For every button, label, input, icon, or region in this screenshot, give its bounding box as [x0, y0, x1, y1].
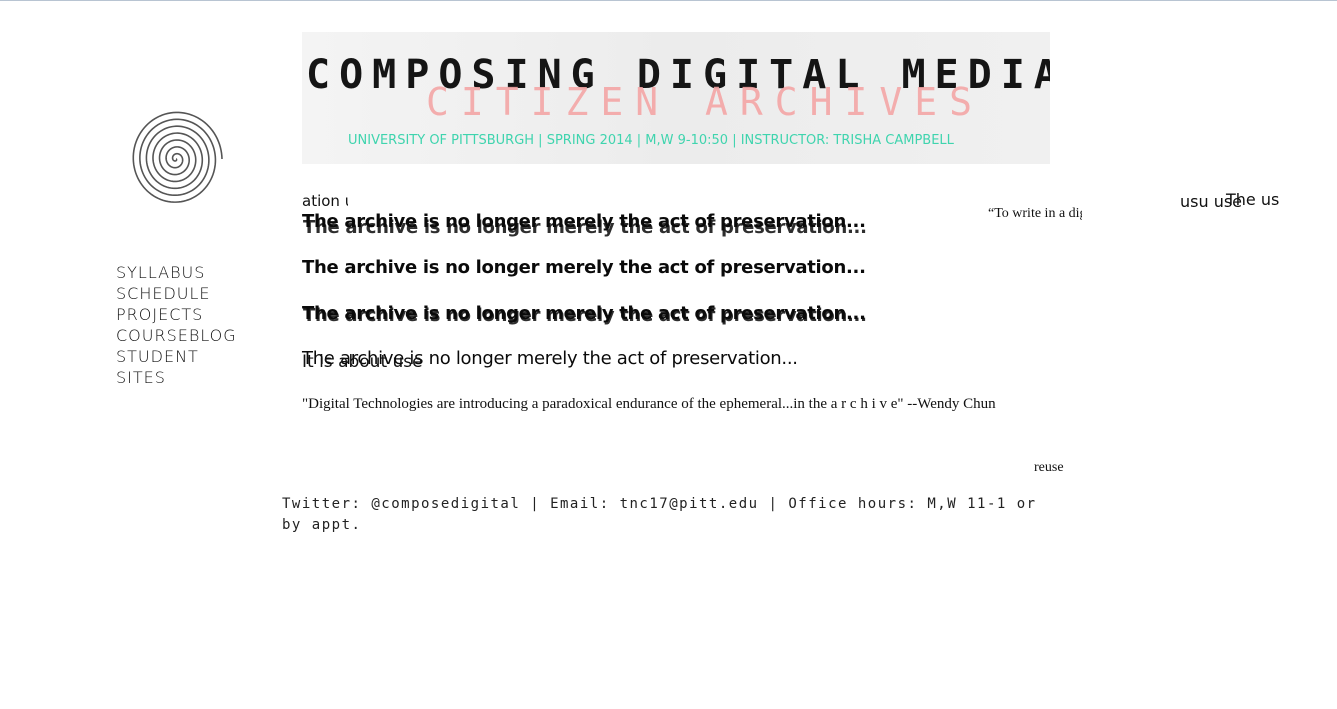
nav-projects[interactable]: PROJECTS [116, 304, 266, 325]
animated-fragment: ation use [302, 192, 348, 210]
about-use-text: It is about use [302, 352, 423, 372]
footer-contact: Twitter: @composedigital | Email: tnc17@… [282, 496, 1037, 533]
nav-student[interactable]: STUDENT [116, 346, 266, 367]
reuse-text: reuse [1034, 460, 1064, 475]
headline-2: The archive is no longer merely the act … [302, 257, 866, 278]
spiral-logo[interactable] [126, 105, 226, 213]
banner-course-info: UNIVERSITY OF PITTSBURGH | SPRING 2014 |… [348, 133, 954, 148]
quote-fragment: “To write in a digital [988, 206, 1082, 221]
headline-3-echo: The archive is no longer merely the act … [303, 305, 867, 326]
nav-schedule[interactable]: SCHEDULE [116, 283, 266, 304]
headline-1-echo: The archive is no longer merely the act … [303, 217, 867, 238]
animated-fragment-right-2: The us [1226, 190, 1280, 209]
top-border [0, 0, 1337, 1]
nav-courseblog[interactable]: COURSEBLOG [116, 325, 266, 346]
spiral-icon [132, 111, 223, 203]
nav-syllabus[interactable]: SYLLABUS [116, 262, 266, 283]
banner-subtitle: CITIZEN ARCHIVES [426, 80, 985, 124]
wendy-chun-quote: "Digital Technologies are introducing a … [302, 396, 996, 412]
nav-sites[interactable]: SITES [116, 367, 266, 388]
header-banner[interactable]: COMPOSING DIGITAL MEDIA: CITIZEN ARCHIVE… [302, 32, 1050, 164]
main-navigation: SYLLABUS SCHEDULE PROJECTS COURSEBLOG ST… [116, 262, 266, 388]
